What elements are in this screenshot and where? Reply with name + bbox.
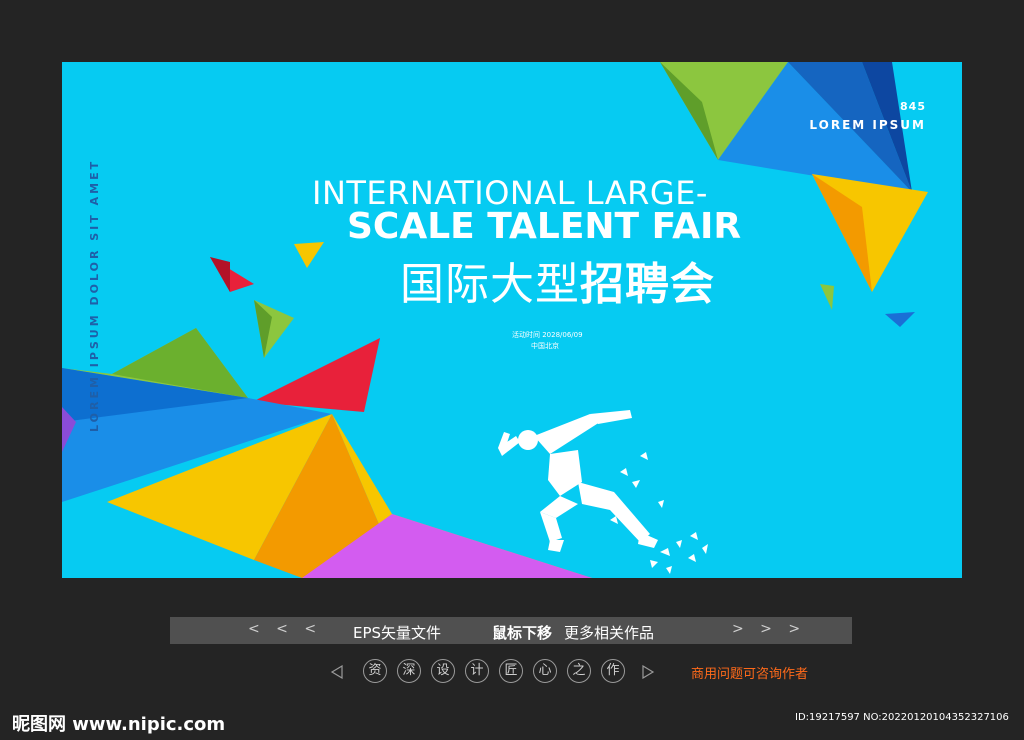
contact-author-link[interactable]: 商用问题可咨询作者: [691, 663, 808, 682]
hover-hint-text: 更多相关作品: [564, 624, 655, 642]
poster-canvas: LOREM IPSUM DOLOR SIT AMET 845 LOREM IPS…: [62, 62, 962, 578]
runner-silhouette-icon: [498, 410, 708, 574]
site-logo[interactable]: 昵图网 www.nipic.com: [12, 710, 225, 736]
badge-char: 资: [363, 659, 387, 683]
triangle-left-icon[interactable]: [330, 665, 344, 679]
triangle-right-icon[interactable]: [641, 665, 655, 679]
prev-arrows-icon[interactable]: < < <: [248, 621, 322, 637]
badge-char: 作: [601, 659, 625, 683]
event-time: 活动时间 2028/06/09: [512, 331, 583, 339]
title-chinese-light: 国际大型: [400, 259, 580, 310]
badge-char: 深: [397, 659, 421, 683]
event-place: 中国北京: [531, 342, 559, 350]
file-type-label: EPS矢量文件: [353, 624, 442, 642]
title-chinese: 国际大型招聘会: [400, 248, 715, 312]
info-bar: < < < EPS矢量文件 鼠标下移 更多相关作品 > > >: [170, 617, 852, 644]
corner-number: 845: [900, 100, 926, 113]
badge-char: 之: [567, 659, 591, 683]
corner-text: LOREM IPSUM: [809, 118, 926, 132]
badge-char: 匠: [499, 659, 523, 683]
hover-hint-bold: 鼠标下移: [492, 624, 553, 642]
title-line-2: SCALE TALENT FAIR: [347, 206, 742, 247]
badge-char: 心: [533, 659, 557, 683]
badge-char: 计: [465, 659, 489, 683]
badge-char: 设: [431, 659, 455, 683]
vertical-tagline: LOREM IPSUM DOLOR SIT AMET: [88, 158, 101, 432]
next-arrows-icon[interactable]: > > >: [732, 621, 806, 637]
image-id: ID:19217597 NO:20220120104352327106: [795, 712, 1009, 723]
title-chinese-bold: 招聘会: [580, 259, 715, 310]
